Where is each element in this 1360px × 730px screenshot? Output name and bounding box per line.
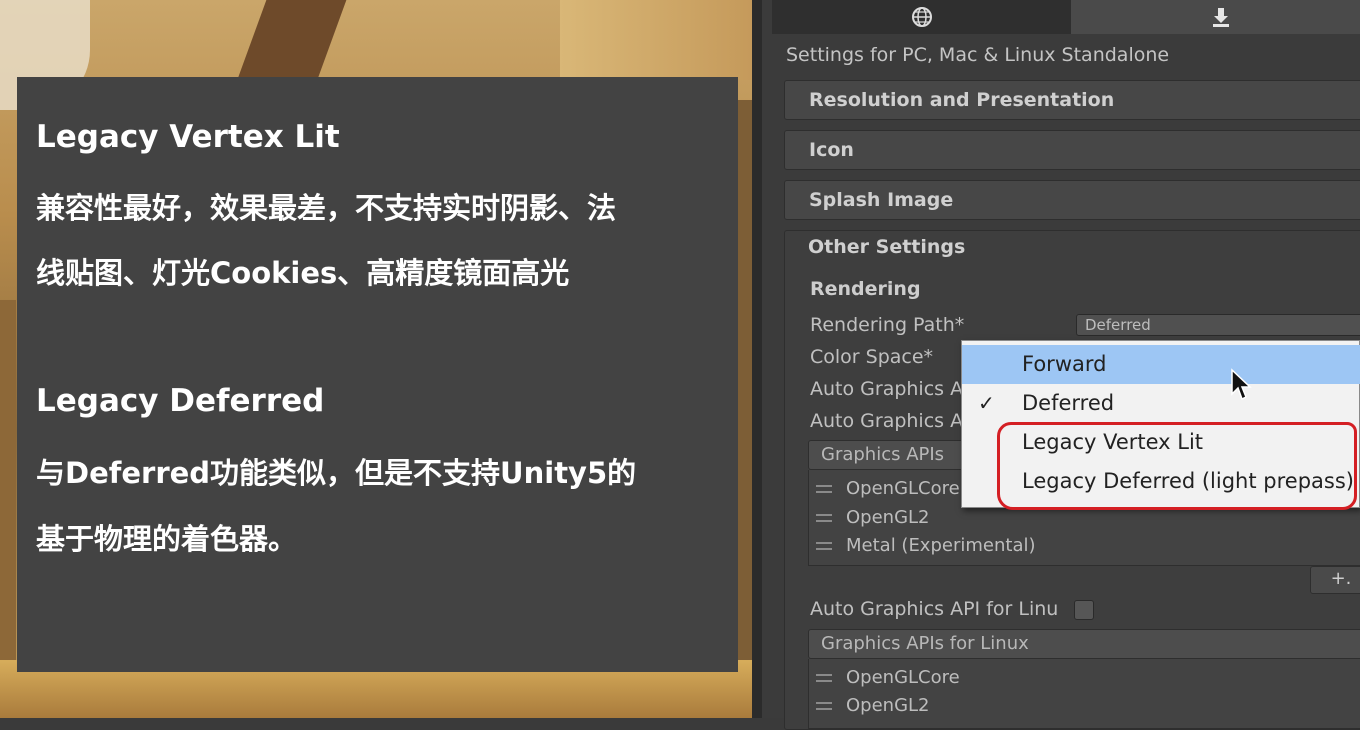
api-list-item[interactable]: OpenGLCore [816,667,960,688]
api-list-item[interactable]: OpenGLCore [816,478,960,499]
api-name: OpenGL2 [846,507,930,528]
legacy-deferred-title: Legacy Deferred [36,383,325,419]
resolution-presentation-section[interactable]: Resolution and Presentation [784,80,1360,120]
platform-tabs [772,0,1360,36]
menu-item-deferred[interactable]: ✓ Deferred [962,384,1360,423]
menu-item-forward[interactable]: Forward [962,345,1360,384]
drag-handle-icon[interactable] [816,541,832,550]
drag-handle-icon[interactable] [816,701,832,710]
color-space-label: Color Space* [810,346,934,368]
api-list-item[interactable]: Metal (Experimental) [816,535,1036,556]
tab-web-platform[interactable] [772,0,1071,34]
legacy-vertex-lit-desc-line2: 线贴图、灯光Cookies、高精度镜面高光 [36,256,570,290]
auto-graphics-api-mac-label: Auto Graphics A [810,410,964,432]
api-name: OpenGLCore [846,667,960,688]
other-settings-header[interactable]: Other Settings [808,236,965,258]
legacy-deferred-desc-line1: 与Deferred功能类似，但是不支持Unity5的 [36,456,637,490]
menu-item-label: Legacy Deferred (light prepass) [1022,469,1354,493]
mouse-cursor-icon [1231,368,1252,401]
scene-object [560,0,752,80]
settings-for-label: Settings for PC, Mac & Linux Standalone [786,44,1170,66]
scene-object [0,300,16,660]
auto-graphics-api-linux-checkbox[interactable] [1074,600,1094,620]
drag-handle-icon[interactable] [816,673,832,682]
menu-item-label: Forward [1022,352,1107,376]
menu-item-legacy-vertex-lit[interactable]: Legacy Vertex Lit [962,423,1360,462]
legacy-vertex-lit-title: Legacy Vertex Lit [36,119,340,155]
auto-graphics-api-label: Auto Graphics A [810,378,964,400]
api-list-item[interactable]: OpenGL2 [816,507,930,528]
legacy-deferred-desc-line2: 基于物理的着色器。 [36,522,298,556]
add-api-button[interactable]: +. [1310,566,1360,594]
api-name: OpenGL2 [846,695,930,716]
menu-item-legacy-deferred[interactable]: Legacy Deferred (light prepass) [962,462,1360,501]
scene-object [738,100,752,660]
menu-item-label: Deferred [1022,391,1115,415]
auto-graphics-api-linux-label: Auto Graphics API for Linu [810,598,1059,620]
checkmark-icon: ✓ [978,391,995,415]
download-icon [1212,8,1229,27]
menu-item-label: Legacy Vertex Lit [1022,430,1204,454]
icon-section[interactable]: Icon [784,130,1360,170]
explanation-panel: Legacy Vertex Lit 兼容性最好，效果最差，不支持实时阴影、法 线… [17,77,738,672]
graphics-apis-linux-header: Graphics APIs for Linux [808,629,1360,659]
rendering-header: Rendering [810,278,921,300]
legacy-vertex-lit-desc-line1: 兼容性最好，效果最差，不支持实时阴影、法 [36,191,617,225]
splash-image-section[interactable]: Splash Image [784,180,1360,220]
api-name: OpenGLCore [846,478,960,499]
drag-handle-icon[interactable] [816,484,832,493]
tab-standalone-platform[interactable] [1071,0,1360,34]
drag-handle-icon[interactable] [816,513,832,522]
api-name: Metal (Experimental) [846,535,1036,556]
rendering-path-dropdown[interactable]: Deferred [1076,314,1360,336]
api-list-item[interactable]: OpenGL2 [816,695,930,716]
rendering-path-label: Rendering Path* [810,314,965,336]
globe-icon [911,7,932,27]
rendering-path-menu: Forward ✓ Deferred Legacy Vertex Lit Leg… [961,340,1360,508]
